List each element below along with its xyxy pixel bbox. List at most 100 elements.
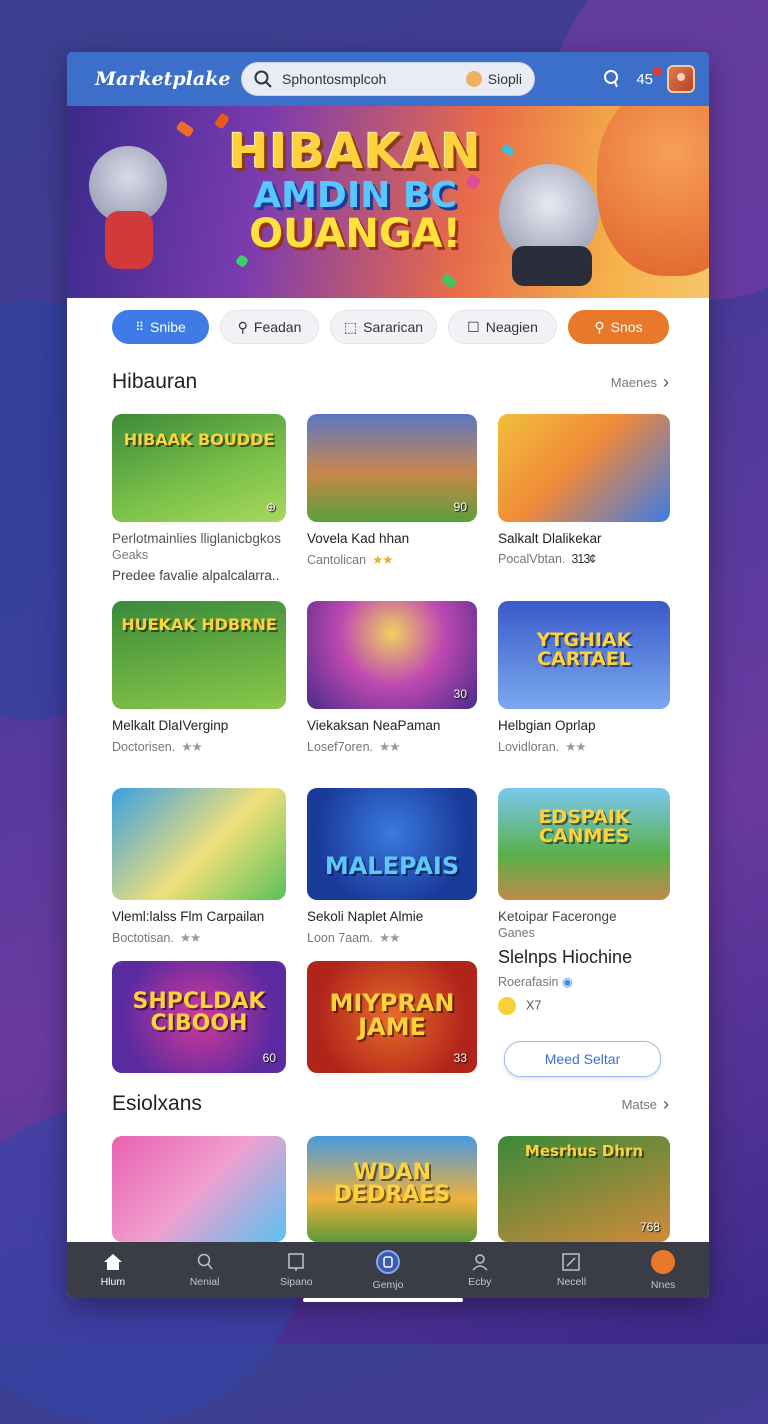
game-thumbnail[interactable]: Mesrhus Dhrn 768 [498,1136,670,1242]
app-logo[interactable]: Marketplake [95,68,241,90]
see-more-link[interactable]: Matse › [622,1094,669,1115]
square-icon: ☐ [467,318,480,335]
game-card[interactable]: Vleml:lalss Flm Carpailan Boctotisan. ★★ [112,788,286,975]
game-thumbnail[interactable]: HUEKAK HDBRNE [112,601,286,709]
game-thumbnail[interactable] [498,414,670,522]
nav-item-home[interactable]: Hlum [67,1253,159,1288]
search-bar[interactable]: Sphontosmplcoh Siopli [241,62,535,96]
see-more-label: Matse [621,1096,657,1112]
thumbnail-title: EDSPAIK CANMES [538,806,630,847]
game-subtitle: Geaks [112,548,149,562]
game-thumbnail[interactable]: SHPCLDAK CIBOOH 60 [112,961,286,1073]
game-thumbnail[interactable]: MALEPAIS [307,788,477,900]
thumbnail-badge: 768 [639,1220,660,1234]
game-thumbnail[interactable]: MIYPRAN JAME 33 [307,961,477,1073]
thumbnail-badge: ⊕ [265,500,276,514]
thumbnail-title: MIYPRAN JAME [329,989,455,1041]
game-card[interactable]: SHPCLDAK CIBOOH 60 [112,961,286,1077]
search-icon [195,1253,215,1271]
see-more-link[interactable]: Maenes › [611,372,669,393]
game-card[interactable]: MIYPRAN JAME 33 [307,961,477,1077]
rating-stars: ★★ [379,931,400,945]
nav-item-nnes[interactable]: Nnes [617,1249,709,1291]
avatar[interactable] [667,65,695,93]
game-card[interactable]: MALEPAIS Sekoli Naplet Almie Loon 7aam. ★… [307,788,477,975]
game-icon [376,1249,401,1274]
see-more-label: Maenes [610,374,657,390]
search-input[interactable]: Sphontosmplcoh [282,71,466,87]
filter-chip-neagien[interactable]: ☐ Neagien [448,310,557,344]
filter-chip-sararican[interactable]: ⬚ Sararican [330,310,437,344]
game-title: Helbgian Oprlap [498,718,596,733]
featured-game-rating: X7 [498,997,670,1015]
game-card[interactable]: HIBAAK BOUDDE ⊕ Perlotmainlies lliglanic… [112,414,286,601]
game-thumbnail[interactable]: WDAN DEDRAES [307,1136,477,1242]
game-subtitle: Losef7oren. ★★ [307,740,400,754]
nav-item-gemjo[interactable]: Gemjo [342,1249,434,1291]
filter-chip-label: Neagien [485,319,538,335]
game-subtitle: PocalVbtan. 313¢ [498,552,596,566]
hero-banner[interactable]: HIBAKAN AMDIN BC OUANGA! [67,106,709,298]
game-description: Predee favalie alpalcalarra.. [112,568,280,583]
grid-icon: ⠿ [135,320,144,334]
user-icon [470,1253,490,1271]
game-title: Melkalt DlaIVerginp [112,718,229,733]
game-subtitle: Doctorisen. ★★ [112,740,203,754]
thumbnail-title: MALEPAIS [324,852,460,880]
game-thumbnail[interactable] [112,1136,286,1242]
nav-label: Ecby [468,1275,492,1288]
game-card[interactable]: 90 Vovela Kad hhan Cantolican ★★ [307,414,477,601]
bag-icon [651,1249,676,1274]
nav-item-sipano[interactable]: Sipano [250,1252,342,1288]
meed-seltar-button[interactable]: Meed Seltar [504,1041,661,1077]
search-chip[interactable]: Siopli [465,71,522,87]
rating-stars: 313¢ [571,552,596,566]
game-card[interactable]: Salkalt Dlalikekar PocalVbtan. 313¢ [498,414,670,601]
thumbnail-title: YTGHIAK CARTAEL [536,629,632,670]
game-title: Viekaksan NeaPaman [307,718,441,733]
home-indicator[interactable] [303,1298,463,1302]
nav-item-necell[interactable]: Necell [526,1252,618,1288]
game-thumbnail[interactable]: 90 [307,414,477,522]
search-icon[interactable] [602,69,622,89]
hero-title-line3: OUANGA! [249,211,461,257]
thumbnail-badge: 90 [453,500,467,514]
nav-label: Nenial [189,1275,220,1288]
bottom-nav: Hlum Nenial Sipano Gemjo Ecby Necell Nne… [67,1242,709,1298]
game-grid-secondary: WDAN DEDRAES Mesrhus Dhrn 768 [67,1136,670,1242]
game-thumbnail[interactable]: 30 [307,601,477,709]
verified-icon: ◉ [561,975,573,989]
game-subtitle: Cantolican ★★ [307,553,394,567]
fox-mascot-icon [597,106,709,276]
thumbnail-badge: 30 [453,687,467,701]
filter-chip-feadan[interactable]: ⚲ Feadan [220,310,319,344]
nav-item-search[interactable]: Nenial [159,1253,251,1288]
featured-game-subtitle: Roerafasin ◉ [498,975,573,989]
thumbnail-badge: 60 [262,1051,276,1065]
game-subtitle: Lovidloran. ★★ [498,740,587,754]
game-card[interactable]: YTGHIAK CARTAEL Helbgian Oprlap Lovidlor… [498,601,670,788]
hero-title-line2: AMDIN BC [253,175,457,216]
key-icon: ⚲ [237,318,248,335]
game-thumbnail[interactable]: HIBAAK BOUDDE ⊕ [112,414,286,522]
game-subtitle: Ganes [498,926,535,940]
notifications-button[interactable]: 45 [636,67,661,88]
rating-stars: ★★ [181,740,202,754]
filter-chip-label: Snibe [149,319,186,335]
nav-item-ecby[interactable]: Ecby [434,1253,526,1288]
filter-chips: ⠿ Snibe ⚲ Feadan ⬚ Sararican ☐ Neagien ⚲… [67,298,709,356]
game-card[interactable]: HUEKAK HDBRNE Melkalt DlaIVerginp Doctor… [112,601,286,788]
filter-chip-label: Feadan [253,319,302,335]
game-controller-icon [512,246,592,286]
game-card[interactable]: 30 Viekaksan NeaPaman Losef7oren. ★★ [307,601,477,788]
game-thumbnail[interactable] [112,788,286,900]
bookmark-icon [286,1252,306,1271]
filter-chip-snibe[interactable]: ⠿ Snibe [112,310,209,344]
chevron-right-icon: › [663,371,669,392]
filter-chip-snos[interactable]: ⚲ Snos [568,310,669,344]
game-card[interactable]: EDSPAIK CANMES Ketoipar Faceronge Ganes … [498,788,670,1077]
emoji-face-icon [465,71,482,87]
edit-icon [561,1252,581,1271]
game-thumbnail[interactable]: YTGHIAK CARTAEL [498,601,670,709]
game-thumbnail[interactable]: EDSPAIK CANMES [498,788,670,900]
